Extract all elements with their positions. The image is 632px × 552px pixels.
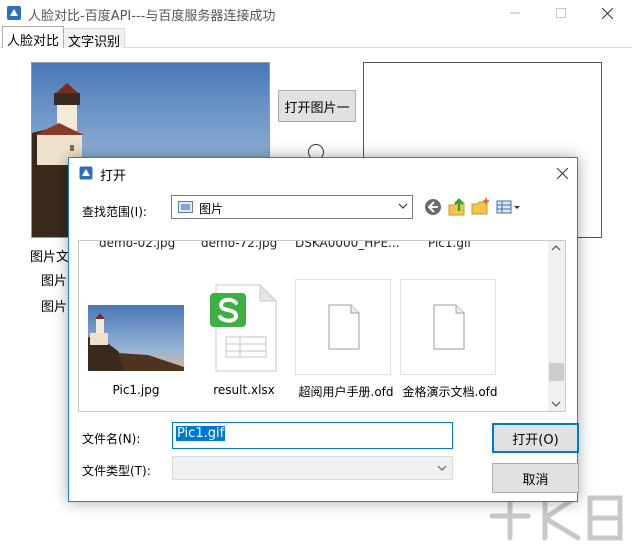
chevron-down-icon — [398, 203, 408, 209]
vertical-scrollbar[interactable] — [548, 241, 565, 411]
file-name[interactable]: result.xlsx — [196, 383, 292, 397]
file-name-partial[interactable]: demo-72.jpg — [201, 241, 277, 250]
minimize-icon — [510, 12, 520, 14]
tab-face-compare[interactable]: 人脸对比 — [2, 26, 65, 49]
app-icon — [7, 6, 21, 20]
new-folder-icon[interactable] — [471, 197, 491, 217]
file-list: demo-02.jpg demo-72.jpg DSKA0000_HPE... … — [78, 240, 566, 412]
window-title: 人脸对比-百度API---与百度服务器连接成功 — [28, 9, 276, 24]
spreadsheet-icon[interactable] — [196, 279, 292, 375]
scroll-up-icon[interactable] — [551, 243, 561, 253]
dialog-app-icon — [79, 166, 93, 180]
file-name-value: Pic1.gif — [176, 426, 226, 441]
look-in-dropdown[interactable]: 图片 — [171, 195, 413, 219]
view-menu-icon[interactable] — [495, 197, 523, 217]
dialog-title: 打开 — [100, 169, 127, 184]
open-image1-button[interactable]: 打开图片一 — [278, 90, 356, 122]
file-name[interactable]: 超阅用户手册.ofd — [291, 383, 401, 400]
look-in-value: 图片 — [199, 202, 224, 216]
image-info-label: 图片 — [41, 300, 68, 315]
maximize-button[interactable] — [538, 0, 584, 26]
document-icon[interactable] — [400, 279, 496, 375]
dialog-close-button[interactable] — [547, 158, 577, 188]
open-button[interactable]: 打开(O) — [492, 423, 579, 453]
tab-text-recognition[interactable]: 文字识别 — [63, 28, 126, 50]
scroll-down-icon[interactable] — [551, 399, 561, 409]
close-button[interactable] — [584, 0, 630, 26]
up-folder-icon[interactable] — [447, 197, 467, 217]
file-name[interactable]: Pic1.jpg — [88, 383, 184, 397]
file-name-partial[interactable]: Pic1.gif — [428, 241, 472, 250]
image-info-label: 图片文 — [30, 250, 70, 265]
document-icon[interactable] — [295, 279, 391, 375]
open-file-dialog: 打开 查找范围(I): 图片 demo-02.jpg demo-72.jpg D… — [68, 157, 579, 502]
minimize-button[interactable] — [492, 0, 538, 26]
close-icon — [601, 7, 613, 19]
dialog-title-bar: 打开 — [69, 158, 577, 188]
file-name-label: 文件名(N): — [82, 432, 141, 446]
file-name-partial[interactable]: DSKA0000_HPE... — [295, 241, 400, 250]
file-name[interactable]: 金格演示文档.ofd — [395, 383, 505, 400]
file-type-dropdown[interactable] — [172, 456, 453, 480]
chevron-down-icon — [437, 465, 447, 471]
tab-strip: 人脸对比 文字识别 — [0, 26, 632, 50]
scrollbar-thumb[interactable] — [549, 363, 564, 381]
file-name-input[interactable]: Pic1.gif — [172, 422, 453, 449]
cancel-button[interactable]: 取消 — [492, 463, 579, 493]
file-type-label: 文件类型(T): — [82, 464, 151, 478]
maximize-icon — [556, 8, 566, 18]
file-name-partial[interactable]: demo-02.jpg — [99, 241, 175, 250]
pictures-folder-icon — [178, 201, 193, 213]
title-bar: 人脸对比-百度API---与百度服务器连接成功 — [0, 0, 632, 26]
image-thumbnail[interactable] — [88, 279, 184, 375]
back-icon[interactable] — [423, 197, 443, 217]
image-info-label: 图片 — [41, 274, 68, 289]
close-icon — [556, 167, 568, 179]
look-in-label: 查找范围(I): — [82, 205, 147, 219]
